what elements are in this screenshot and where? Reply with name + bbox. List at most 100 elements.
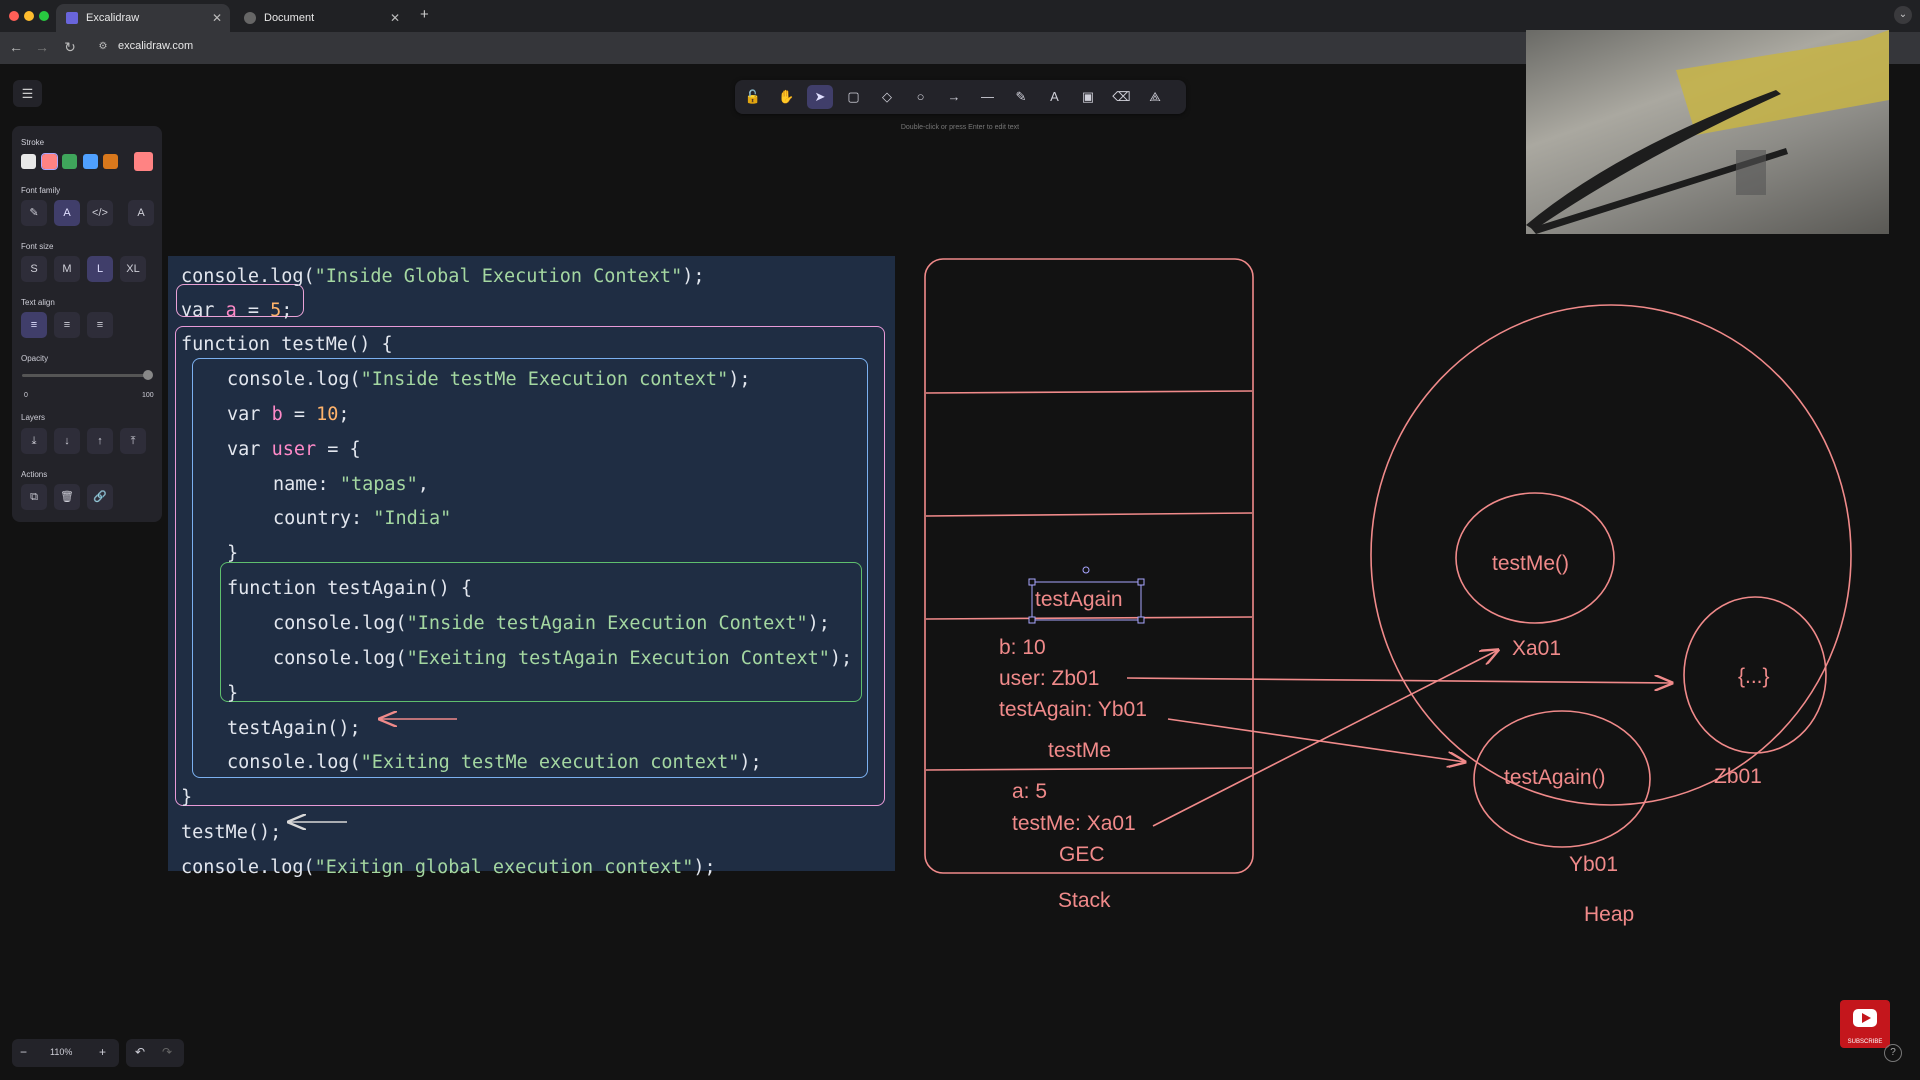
subscribe-label: SUBSCRIBE xyxy=(1847,1039,1883,1045)
stroke-color-swatch[interactable] xyxy=(103,154,118,169)
zoom-level[interactable]: 110% xyxy=(50,1047,72,1057)
zoom-controls: − 110% + xyxy=(12,1039,119,1067)
line-tool[interactable]: — xyxy=(975,85,1001,109)
pencil-icon: ✎ xyxy=(1015,89,1027,104)
excalidraw-favicon-icon xyxy=(66,12,78,24)
stroke-color-swatch[interactable] xyxy=(21,154,36,169)
hamburger-icon: ☰ xyxy=(21,86,34,101)
tab-search-icon[interactable]: ⌄ xyxy=(1894,6,1912,24)
selection-tool[interactable]: ➤ xyxy=(807,85,833,109)
actions-label: Actions xyxy=(21,470,48,479)
arrow-icon: → xyxy=(947,89,961,104)
forward-icon[interactable]: → xyxy=(33,39,51,55)
main-menu-button[interactable]: ☰ xyxy=(13,80,42,107)
site-info-icon[interactable]: ⚙ xyxy=(94,41,112,52)
help-icon[interactable]: ? xyxy=(1884,1044,1902,1062)
ellipse-tool[interactable]: ○ xyxy=(908,85,934,109)
code-line: function testMe() { xyxy=(181,334,393,355)
circle-icon: ○ xyxy=(916,89,925,104)
font-size-l-button[interactable]: L xyxy=(87,256,113,282)
close-window-icon[interactable] xyxy=(9,11,19,21)
image-tool[interactable]: ▣ xyxy=(1075,85,1101,109)
code-line: console.log("Exeiting testAgain Executio… xyxy=(273,648,853,669)
stroke-label: Stroke xyxy=(21,138,45,147)
duplicate-icon: ⧉ xyxy=(30,491,38,503)
youtube-subscribe-button[interactable]: SUBSCRIBE xyxy=(1840,1000,1890,1048)
opacity-min: 0 xyxy=(24,392,28,399)
stroke-color-swatch[interactable] xyxy=(62,154,77,169)
font-text-button[interactable]: A xyxy=(128,200,154,226)
align-left-button[interactable]: ≡ xyxy=(21,312,47,338)
align-left-icon: ≡ xyxy=(30,319,38,331)
diamond-icon: ◇ xyxy=(882,89,892,104)
code-line: } xyxy=(227,683,239,704)
opacity-max: 100 xyxy=(142,392,154,399)
new-tab-button[interactable]: + xyxy=(420,6,429,23)
undo-button[interactable]: ↶ xyxy=(135,1045,145,1059)
library-tool[interactable]: ⟁ xyxy=(1142,85,1168,109)
close-tab-icon[interactable]: ✕ xyxy=(212,4,222,32)
code-line: var b = 10; xyxy=(227,404,350,425)
lock-tool[interactable]: 🔓 xyxy=(740,85,766,109)
font-size-m-button[interactable]: M xyxy=(54,256,80,282)
align-center-icon: ≡ xyxy=(63,319,71,331)
play-triangle-icon xyxy=(1862,1013,1871,1023)
arrow-tool[interactable]: → xyxy=(941,85,967,109)
font-family-label: Font family xyxy=(21,186,61,195)
globe-icon xyxy=(244,12,256,24)
font-size-xl-button[interactable]: XL xyxy=(120,256,146,282)
opacity-slider-knob[interactable] xyxy=(143,370,153,380)
back-icon[interactable]: ← xyxy=(7,39,25,55)
stroke-color-swatch[interactable] xyxy=(82,154,98,169)
bring-forward-button[interactable]: ↑ xyxy=(87,428,113,454)
zoom-in-button[interactable]: + xyxy=(99,1045,106,1059)
font-hand-drawn-button[interactable]: ✎ xyxy=(21,200,47,226)
draw-tool[interactable]: ✎ xyxy=(1008,85,1034,109)
current-stroke-color[interactable] xyxy=(134,152,153,171)
rectangle-tool[interactable]: ▢ xyxy=(841,85,867,109)
properties-panel: Stroke Font family ✎ A </> A Font size S… xyxy=(12,126,162,522)
maximize-window-icon[interactable] xyxy=(39,11,49,21)
lock-icon: 🔓 xyxy=(744,89,762,104)
send-backward-button[interactable]: ↓ xyxy=(54,428,80,454)
code-line: var user = { xyxy=(227,439,361,460)
tab-excalidraw[interactable]: Excalidraw ✕ xyxy=(56,4,230,32)
url-field[interactable]: excalidraw.com xyxy=(118,40,193,52)
send-to-back-button[interactable]: ⤓ xyxy=(21,428,47,454)
code-line: console.log("Inside Global Execution Con… xyxy=(181,266,705,287)
zoom-out-button[interactable]: − xyxy=(20,1045,27,1059)
delete-button[interactable]: 🗑 xyxy=(54,484,80,510)
font-code-button[interactable]: </> xyxy=(87,200,113,226)
close-tab-icon[interactable]: ✕ xyxy=(390,4,400,32)
align-center-button[interactable]: ≡ xyxy=(54,312,80,338)
code-line: function testAgain() { xyxy=(227,578,473,599)
font-text-icon: A xyxy=(137,207,145,219)
stroke-color-swatch[interactable] xyxy=(40,153,58,170)
bring-to-front-icon: ⤒ xyxy=(130,435,136,447)
tab-document[interactable]: Document ✕ xyxy=(234,4,408,32)
font-normal-button[interactable]: A xyxy=(54,200,80,226)
code-line: } xyxy=(227,543,239,564)
font-size-label: Font size xyxy=(21,242,54,251)
code-line: testMe(); xyxy=(181,822,282,843)
diamond-tool[interactable]: ◇ xyxy=(874,85,900,109)
minimize-window-icon[interactable] xyxy=(24,11,34,21)
reload-icon[interactable]: ↻ xyxy=(61,39,79,56)
arrow-down-icon: ↓ xyxy=(64,435,70,447)
opacity-slider[interactable] xyxy=(22,370,153,380)
shape-toolbar: 🔓 ✋ ➤ ▢ ◇ ○ → — ✎ A ▣ ⌫ ⟁ xyxy=(735,80,1186,114)
duplicate-button[interactable]: ⧉ xyxy=(21,484,47,510)
hand-tool[interactable]: ✋ xyxy=(774,85,800,109)
image-icon: ▣ xyxy=(1081,89,1095,104)
link-button[interactable]: 🔗 xyxy=(87,484,113,510)
text-tool[interactable]: A xyxy=(1042,85,1068,109)
webcam-overlay xyxy=(1526,30,1889,234)
redo-button[interactable]: ↷ xyxy=(162,1045,172,1059)
font-size-s-button[interactable]: S xyxy=(21,256,47,282)
text-align-label: Text align xyxy=(21,298,55,307)
layers-label: Layers xyxy=(21,413,46,422)
bring-to-front-button[interactable]: ⤒ xyxy=(120,428,146,454)
eraser-tool[interactable]: ⌫ xyxy=(1109,85,1135,109)
align-right-button[interactable]: ≡ xyxy=(87,312,113,338)
code-snippet-image[interactable]: console.log("Inside Global Execution Con… xyxy=(168,256,895,878)
